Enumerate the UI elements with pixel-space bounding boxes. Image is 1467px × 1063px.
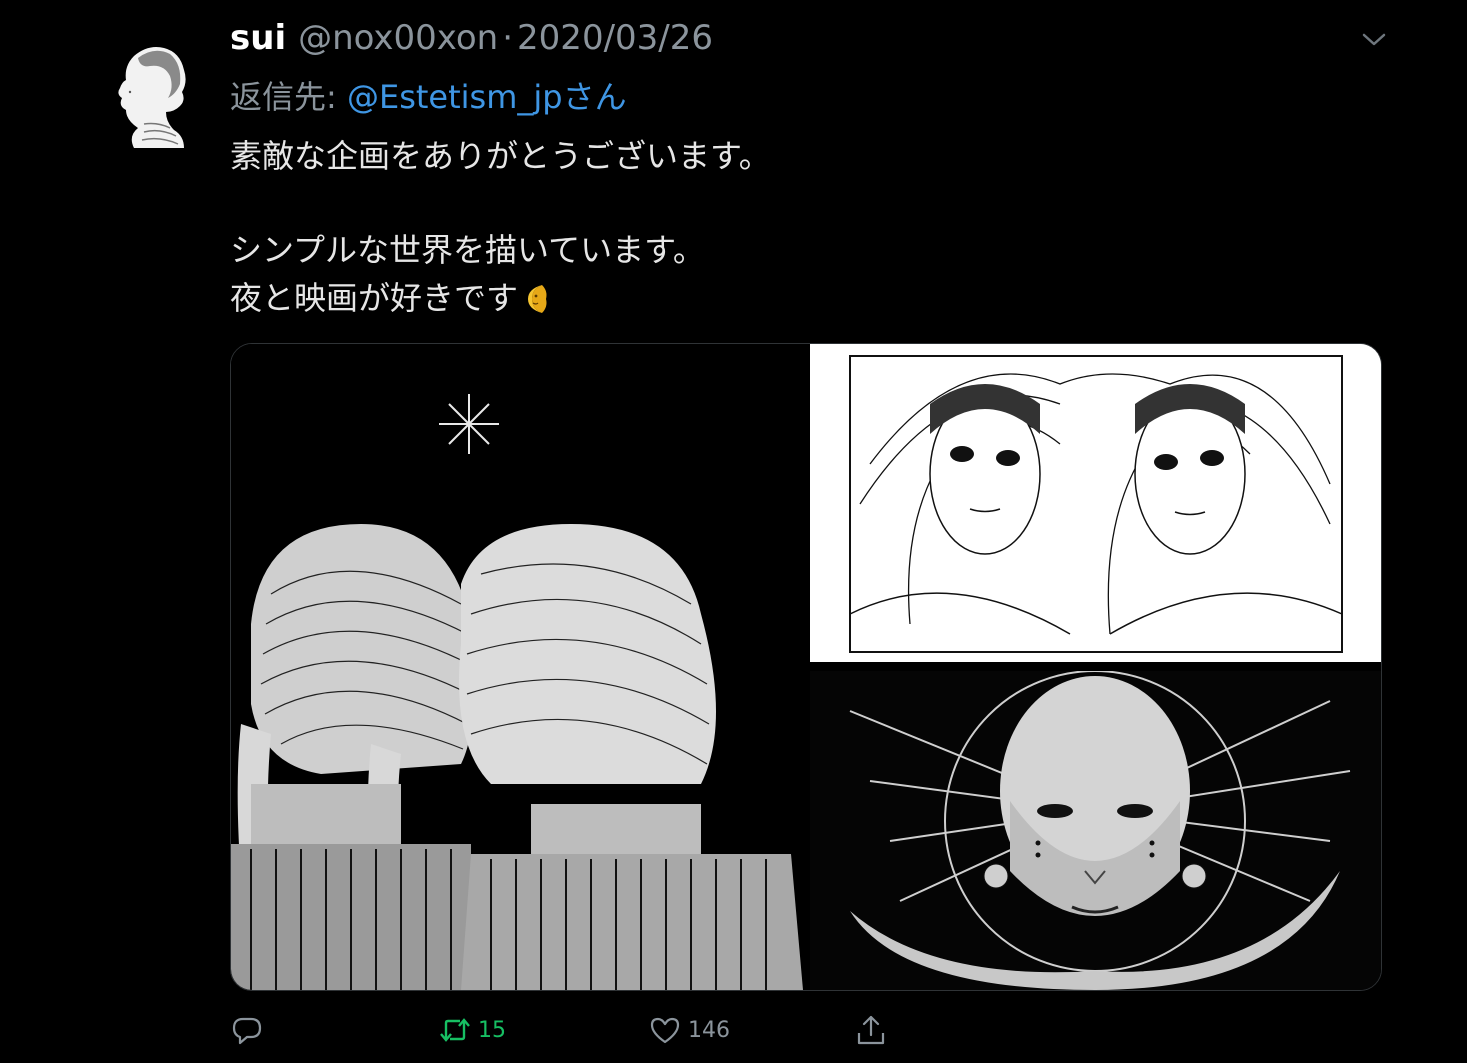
tweet-text-line: 夜と映画が好きです — [230, 274, 771, 322]
retweet-count: 15 — [478, 1017, 506, 1043]
reply-to-label: 返信先: — [230, 78, 347, 116]
illustration-twin-girls-faces — [810, 344, 1381, 662]
tweet[interactable]: sui @nox00xon · 2020/03/26 返信先: @Estetis… — [0, 0, 1467, 1063]
tweet-text: 素敵な企画をありがとうございます。 シンプルな世界を描いています。 夜と映画が好… — [230, 132, 771, 322]
media-image-3[interactable] — [810, 671, 1381, 990]
header-separator: · — [502, 18, 514, 58]
action-bar: 15 146 — [0, 1010, 1467, 1050]
avatar-portrait-icon — [104, 36, 192, 156]
tweet-text-line: 素敵な企画をありがとうございます。 — [230, 137, 771, 175]
more-options-button[interactable] — [1356, 22, 1392, 58]
share-button[interactable] — [854, 1010, 888, 1050]
like-count: 146 — [688, 1017, 730, 1043]
author-handle[interactable]: @nox00xon — [298, 18, 498, 58]
reply-button[interactable] — [230, 1010, 264, 1050]
crescent-moon-icon — [522, 280, 552, 313]
like-button[interactable]: 146 — [648, 1010, 730, 1050]
heart-icon — [650, 1017, 680, 1044]
illustration-bald-figure-halo — [810, 671, 1381, 990]
media-grid — [230, 343, 1382, 991]
retweet-icon — [440, 1018, 470, 1042]
reply-context: 返信先: @Estetism_jpさん — [230, 72, 627, 118]
tweet-date[interactable]: 2020/03/26 — [517, 18, 713, 58]
chevron-down-icon — [1362, 33, 1386, 46]
tweet-text-segment: 夜と映画が好きです — [230, 279, 519, 317]
avatar[interactable] — [104, 36, 192, 156]
author-name[interactable]: sui — [230, 18, 286, 58]
media-image-1[interactable] — [231, 344, 803, 990]
illustration-two-girls-back-view — [231, 344, 803, 990]
share-icon — [857, 1015, 885, 1045]
tweet-text-line: シンプルな世界を描いています。 — [230, 231, 705, 269]
reply-icon — [232, 1017, 262, 1045]
media-image-2[interactable] — [810, 344, 1381, 662]
retweet-button[interactable]: 15 — [438, 1010, 506, 1050]
tweet-header: sui @nox00xon · 2020/03/26 — [230, 18, 713, 64]
reply-to-link[interactable]: @Estetism_jpさん — [347, 78, 627, 116]
